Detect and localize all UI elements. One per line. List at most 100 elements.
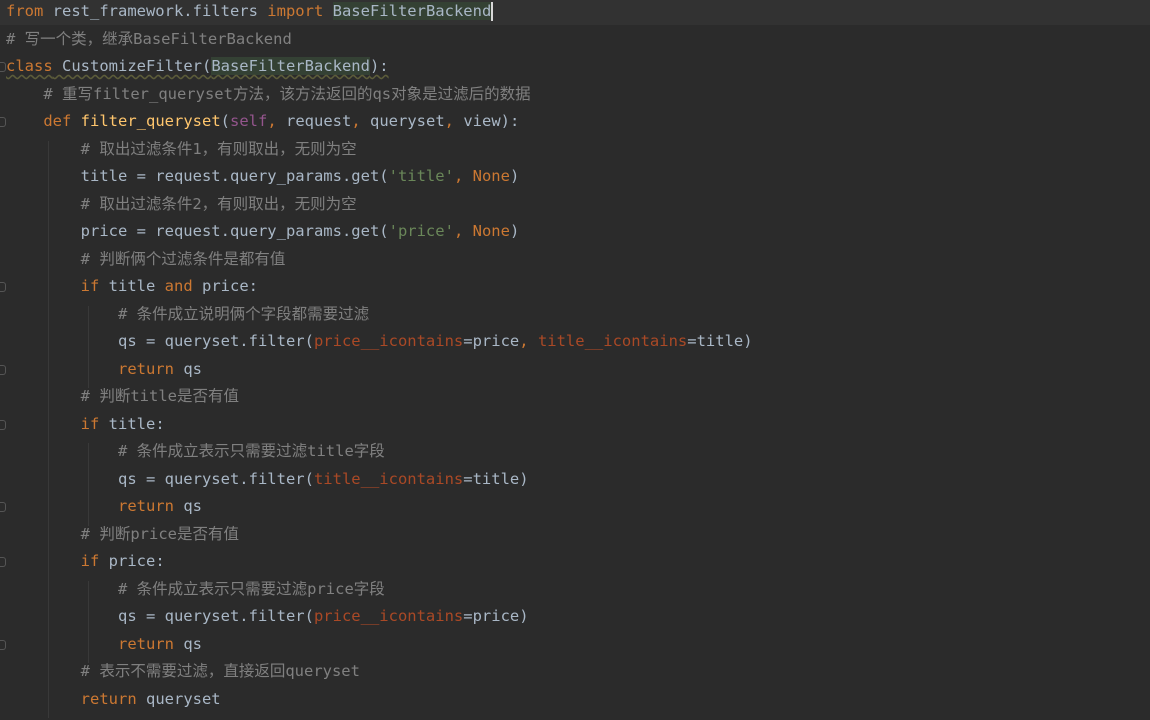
code-line[interactable]: # 条件成立表示只需要过滤title字段: [6, 439, 385, 466]
code-line[interactable]: # 判断俩个过滤条件是都有值: [6, 247, 286, 274]
code-line[interactable]: # 取出过滤条件1，有则取出，无则为空: [6, 137, 357, 164]
code-token: # 条件成立表示只需要过滤price字段: [6, 579, 385, 598]
code-line[interactable]: return queryset: [6, 687, 221, 714]
code-token: return: [117, 497, 174, 515]
code-token: =price: [463, 332, 520, 350]
code-line[interactable]: if title:: [6, 412, 165, 439]
code-line[interactable]: # 条件成立表示只需要过滤price字段: [6, 577, 385, 604]
code-token: =title): [463, 469, 529, 488]
code-token: ,: [444, 112, 464, 130]
code-token: title:: [99, 414, 165, 433]
code-line[interactable]: if title and price:: [6, 274, 258, 301]
code-token: ,: [351, 112, 370, 130]
code-token: ,: [453, 167, 473, 185]
code-line[interactable]: # 条件成立说明俩个字段都需要过滤: [6, 302, 369, 329]
code-token: 'title': [388, 167, 454, 185]
code-token: rest_framework.filters: [43, 2, 268, 20]
code-token: 'price': [388, 222, 454, 240]
code-token: =title): [687, 332, 753, 350]
code-token: request: [286, 112, 352, 130]
code-line[interactable]: # 表示不需要过滤，直接返回queryset: [6, 659, 360, 686]
code-token: return: [117, 359, 174, 378]
code-token: price:: [192, 277, 258, 295]
code-line[interactable]: qs = queryset.filter(title__icontains=ti…: [6, 467, 529, 494]
code-token: if: [80, 277, 100, 295]
code-token: BaseFilterBackend: [211, 57, 370, 75]
code-token: # 写一个类，继承BaseFilterBackend: [6, 29, 292, 48]
code-line[interactable]: class CustomizeFilter(BaseFilterBackend)…: [6, 54, 389, 81]
code-line[interactable]: # 判断price是否有值: [6, 522, 239, 549]
code-token: price__icontains: [313, 607, 464, 625]
code-line[interactable]: return qs: [6, 494, 202, 521]
code-line[interactable]: price = request.query_params.get('price'…: [6, 219, 520, 246]
code-token: # 取出过滤条件2，有则取出，无则为空: [6, 194, 357, 213]
code-token: if: [80, 414, 100, 433]
code-line[interactable]: # 重写filter_queryset方法，该方法返回的qs对象是过滤后的数据: [6, 82, 531, 109]
code-token: None: [472, 222, 510, 240]
code-token: filter_queryset: [80, 112, 221, 130]
code-token: # 取出过滤条件1，有则取出，无则为空: [6, 139, 357, 158]
code-token: ,: [267, 112, 286, 130]
code-token: import: [267, 2, 324, 20]
code-token: title__icontains: [313, 469, 464, 488]
code-token: def: [43, 112, 72, 130]
code-line[interactable]: # 写一个类，继承BaseFilterBackend: [6, 27, 292, 54]
code-token: queryset: [370, 112, 445, 130]
code-line[interactable]: title = request.query_params.get('title'…: [6, 164, 520, 191]
text-caret: [491, 2, 494, 21]
code-token: qs = queryset.filter(: [6, 332, 314, 350]
code-token: from: [6, 2, 44, 20]
code-token: class: [6, 57, 53, 75]
code-token: # 表示不需要过滤，直接返回queryset: [6, 662, 360, 680]
code-token: ,: [519, 332, 538, 350]
code-token: BaseFilterBackend: [332, 2, 492, 20]
code-line[interactable]: qs = queryset.filter(price__icontains=pr…: [6, 329, 753, 356]
code-token: return: [80, 689, 137, 708]
code-token: if: [80, 552, 100, 570]
code-token: title__icontains: [537, 332, 688, 350]
code-line[interactable]: qs = queryset.filter(price__icontains=pr…: [6, 604, 529, 631]
code-line[interactable]: if price:: [6, 549, 165, 576]
code-token: qs = queryset.filter(: [6, 469, 314, 488]
code-token: =price): [463, 607, 529, 625]
code-token: price:: [99, 552, 165, 570]
code-token: # 条件成立表示只需要过滤title字段: [6, 442, 385, 460]
code-token: (: [220, 112, 230, 130]
code-token: price = request.query_params.get(: [6, 222, 389, 240]
code-token: ):: [369, 57, 389, 75]
code-line[interactable]: from rest_framework.filters import BaseF…: [6, 0, 494, 26]
code-line[interactable]: return qs: [6, 632, 202, 659]
code-line[interactable]: # 判断title是否有值: [6, 384, 239, 411]
code-token: # 重写filter_queryset方法，该方法返回的qs对象是过滤后的数据: [6, 84, 531, 103]
code-token: self: [230, 112, 268, 130]
code-line[interactable]: def filter_queryset(self, request, query…: [6, 109, 519, 136]
code-token: # 判断俩个过滤条件是都有值: [6, 249, 286, 268]
code-token: ): [509, 222, 520, 240]
code-token: None: [472, 167, 510, 185]
code-token: # 判断price是否有值: [6, 524, 239, 543]
code-token: ): [509, 167, 520, 185]
code-token: # 条件成立说明俩个字段都需要过滤: [6, 304, 370, 323]
code-line[interactable]: # 取出过滤条件2，有则取出，无则为空: [6, 192, 357, 219]
code-token: qs: [173, 497, 202, 515]
code-token: title = request.query_params.get(: [6, 167, 389, 185]
code-line[interactable]: return qs: [6, 357, 202, 384]
code-token: title: [99, 277, 165, 295]
code-token: ,: [453, 222, 473, 240]
code-token: return: [117, 634, 174, 653]
code-token: price__icontains: [313, 332, 464, 350]
code-editor[interactable]: from rest_framework.filters import BaseF…: [0, 0, 1150, 720]
code-token: queryset: [136, 689, 221, 708]
code-token: # 判断title是否有值: [6, 387, 239, 405]
code-token: qs: [173, 634, 202, 653]
